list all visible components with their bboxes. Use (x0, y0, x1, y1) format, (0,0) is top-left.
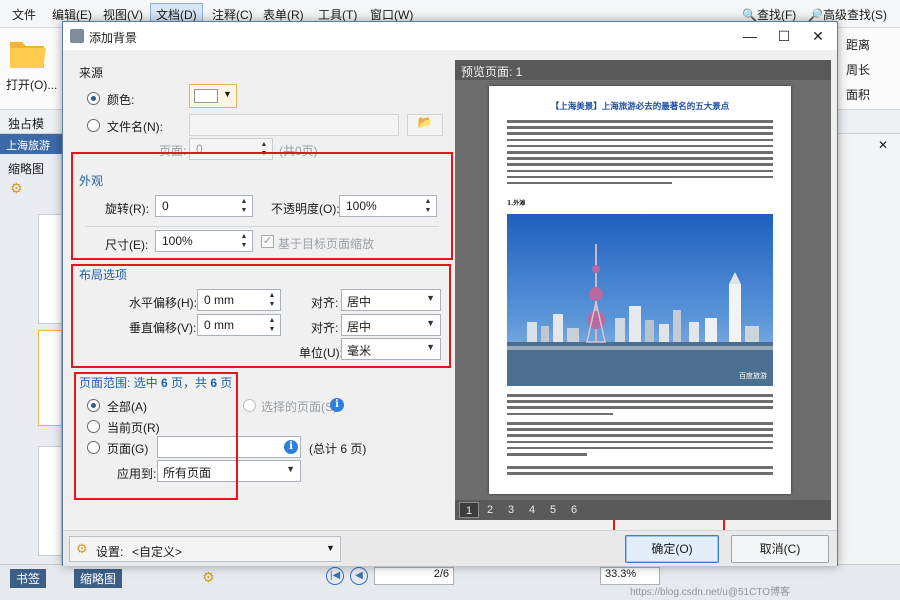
thumbnail-tab[interactable]: 缩略图 (74, 569, 123, 588)
prev-page-icon[interactable]: ◀ (350, 567, 368, 585)
highlight-appearance (71, 152, 453, 260)
page-indicator[interactable]: 2/6 (374, 567, 454, 585)
dialog-titlebar: 添加背景 — ☐ ✕ (63, 22, 837, 50)
photo-caption: 百度旅游 (739, 371, 767, 380)
page-thumbnail[interactable] (38, 330, 62, 426)
distance-tool[interactable]: 距离 (846, 36, 870, 53)
selected-pages-label: 选择的页面(S) (261, 400, 337, 414)
advanced-find-label: 高级查找(S) (822, 8, 887, 22)
color-label: 颜色: (107, 93, 135, 107)
open-folder-icon[interactable] (8, 36, 48, 70)
gear-icon: ⚙ (76, 541, 88, 556)
page-thumbnail[interactable] (38, 446, 62, 556)
sidebar-title: 缩略图 (8, 162, 45, 176)
selected-pages-radio[interactable] (243, 399, 256, 412)
page-tab-3[interactable]: 3 (501, 502, 521, 518)
preview-paragraph (507, 394, 773, 419)
app-icon (70, 29, 84, 43)
highlight-page-range (74, 372, 238, 500)
exclusive-mode-label[interactable]: 独占模 (8, 115, 44, 132)
settings-select[interactable]: ⚙ 设置: <自定义> ▼ (69, 536, 341, 562)
dialog-bottom-bar: ⚙ 设置: <自定义> ▼ 确定(O) 取消(C) (63, 530, 837, 566)
gear-icon[interactable]: ⚙ (10, 180, 23, 197)
preview-photo: 百度旅游 (507, 214, 773, 386)
color-picker[interactable]: ▼ (189, 84, 237, 108)
maximize-icon[interactable]: ☐ (767, 22, 801, 50)
page-tab-2[interactable]: 2 (480, 502, 500, 518)
preview-page-title: 【上海美景】上海旅游必去的最著名的五大景点 (550, 102, 730, 112)
preview-heading: 预览页面: 1 (455, 60, 831, 80)
page-tab-6[interactable]: 6 (564, 502, 584, 518)
area-tool[interactable]: 面积 (846, 86, 870, 103)
status-bar: 书签 缩略图 ⚙ |◀ ◀ 2/6 33.3% https://blog.csd… (0, 564, 900, 600)
filename-radio[interactable] (87, 119, 100, 132)
bookmark-tab[interactable]: 书签 (10, 569, 47, 588)
document-tab[interactable]: 上海旅游 (0, 134, 62, 154)
page-tab-4[interactable]: 4 (522, 502, 542, 518)
perimeter-tool[interactable]: 周长 (846, 61, 870, 78)
minimize-icon[interactable]: — (733, 22, 767, 50)
open-label[interactable]: 打开(O)... (6, 76, 57, 93)
preview-page-tabs: 1 2 3 4 5 6 (455, 500, 831, 520)
info-icon[interactable]: i (330, 398, 344, 412)
filename-label: 文件名(N): (107, 120, 163, 134)
preview-paragraph (507, 466, 773, 478)
right-panel: ✕ (838, 134, 900, 564)
find-icon: 🔍 (742, 8, 757, 22)
browse-folder-icon[interactable]: 📂 (407, 114, 443, 136)
menu-file[interactable]: 文件 (12, 6, 36, 23)
chevron-down-icon: ▼ (286, 464, 295, 474)
cancel-button[interactable]: 取消(C) (731, 535, 829, 563)
thumbnail-sidebar: 上海旅游 缩略图 ⚙ (0, 134, 62, 564)
page-tab-5[interactable]: 5 (543, 502, 563, 518)
close-icon[interactable]: ✕ (878, 138, 888, 152)
chevron-down-icon: ▼ (326, 543, 335, 553)
add-background-dialog: 添加背景 — ☐ ✕ 来源 颜色: ▼ 文件名(N): 📂 页面: 0 ▲ ▼ (… (62, 21, 838, 566)
advanced-find-icon: 🔎 (808, 8, 823, 22)
color-radio[interactable] (87, 92, 100, 105)
pages-total: (总计 6 页) (309, 442, 367, 456)
filename-field[interactable] (189, 114, 399, 136)
settings-gear-icon[interactable]: ⚙ (202, 569, 215, 586)
info-icon[interactable]: i (284, 440, 298, 454)
source-heading: 来源 (79, 66, 104, 80)
preview-pane: 预览页面: 1 【上海美景】上海旅游必去的最著名的五大景点 1.外滩 百度旅游 … (455, 60, 831, 520)
highlight-layout (71, 264, 451, 368)
preview-page: 【上海美景】上海旅游必去的最著名的五大景点 1.外滩 百度旅游 (489, 86, 791, 494)
find-label: 查找(F) (756, 8, 797, 22)
color-swatch (194, 89, 218, 103)
page-tab-1[interactable]: 1 (459, 502, 479, 518)
close-icon[interactable]: ✕ (801, 22, 835, 50)
settings-value: <自定义> (132, 545, 183, 559)
chevron-down-icon: ▼ (223, 89, 232, 99)
preview-paragraph (507, 120, 773, 188)
first-page-icon[interactable]: |◀ (326, 567, 344, 585)
settings-label: 设置: (96, 545, 124, 559)
ok-button[interactable]: 确定(O) (625, 535, 719, 563)
preview-section-label: 1.外滩 (507, 200, 526, 207)
preview-paragraph (507, 422, 773, 459)
page-thumbnail[interactable] (38, 214, 62, 324)
dialog-title: 添加背景 (89, 31, 138, 45)
watermark-text: https://blog.csdn.net/u@51CTO博客 (630, 587, 791, 598)
